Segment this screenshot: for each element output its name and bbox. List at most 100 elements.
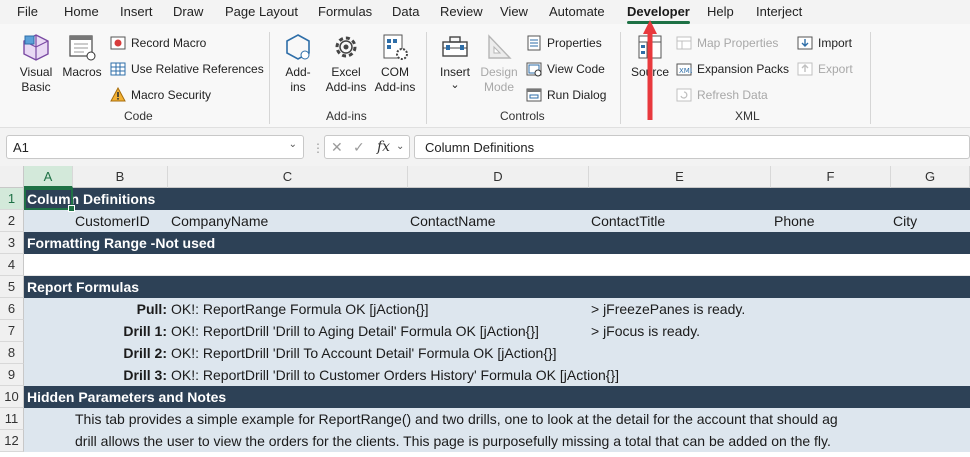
row-header-9[interactable]: 9	[0, 364, 24, 386]
ribbon: Visual Basic Macros Record Macro Use Rel…	[0, 24, 970, 128]
row-header-8[interactable]: 8	[0, 342, 24, 364]
row-header-12[interactable]: 12	[0, 430, 24, 452]
record-macro-button[interactable]: Record Macro	[110, 33, 206, 53]
export-label: Export	[818, 62, 853, 76]
row-header-3[interactable]: 3	[0, 232, 24, 254]
row-header-6[interactable]: 6	[0, 298, 24, 320]
ribbon-divider	[269, 32, 270, 124]
chevron-down-icon[interactable]: ⌄	[289, 139, 297, 150]
column-header-g[interactable]: G	[891, 166, 970, 188]
table-row[interactable]: drill allows the user to view the orders…	[24, 430, 970, 452]
macros-icon	[67, 32, 97, 62]
table-row[interactable]	[24, 254, 970, 276]
design-mode-label-2: Mode	[483, 80, 515, 94]
table-row[interactable]: CustomerID CompanyName ContactName Conta…	[24, 210, 970, 232]
row-header-10[interactable]: 10	[0, 386, 24, 408]
com-addins-button[interactable]: COM Add-ins	[372, 32, 418, 95]
import-label: Import	[818, 36, 853, 50]
design-mode-button[interactable]: Design Mode	[478, 32, 520, 95]
addins-label-1: Add-	[285, 65, 311, 79]
excel-addins-label-1: Excel	[331, 65, 361, 79]
macros-label: Macros	[62, 65, 102, 79]
visual-basic-label-2: Basic	[21, 80, 51, 94]
properties-label: Properties	[547, 36, 602, 50]
table-row[interactable]: Pull: OK!: ReportRange Formula OK [jActi…	[24, 298, 970, 320]
row-header-2[interactable]: 2	[0, 210, 24, 232]
formula-input[interactable]: Column Definitions	[414, 135, 970, 159]
tab-developer[interactable]: Developer	[627, 4, 690, 24]
column-header-a[interactable]: A	[24, 166, 73, 188]
tab-file[interactable]: File	[17, 4, 38, 19]
tab-home[interactable]: Home	[64, 4, 99, 19]
refresh-icon	[676, 87, 692, 103]
macro-security-button[interactable]: Macro Security	[110, 85, 211, 105]
visual-basic-button[interactable]: Visual Basic	[12, 32, 60, 95]
column-header-d[interactable]: D	[408, 166, 589, 188]
addins-group-label: Add-ins	[326, 109, 367, 123]
fx-icon[interactable]: fx	[377, 139, 390, 155]
map-properties-button[interactable]: Map Properties	[676, 33, 778, 53]
table-row[interactable]: Drill 3: OK!: ReportDrill 'Drill to Cust…	[24, 364, 970, 386]
insert-control-button[interactable]: Insert ⌄	[436, 32, 474, 91]
tab-insert[interactable]: Insert	[120, 4, 153, 19]
select-all-corner[interactable]	[0, 166, 24, 188]
export-button[interactable]: Export	[797, 59, 853, 79]
check-icon[interactable]: ✓	[353, 139, 365, 156]
hexagon-addin-icon	[283, 32, 313, 62]
gear-icon	[331, 32, 361, 62]
properties-icon	[526, 35, 542, 51]
row-header-7[interactable]: 7	[0, 320, 24, 342]
column-header-b[interactable]: B	[73, 166, 168, 188]
table-row[interactable]: Hidden Parameters and Notes	[24, 386, 970, 408]
import-button[interactable]: Import	[797, 33, 852, 53]
row-header-4[interactable]: 4	[0, 254, 24, 276]
cell-pull-status: OK!: ReportRange Formula OK [jAction{}]	[171, 301, 429, 317]
label-drill-1: Drill 1:	[123, 323, 167, 339]
column-header-c[interactable]: C	[168, 166, 408, 188]
tab-page-layout[interactable]: Page Layout	[225, 4, 298, 19]
view-code-label: View Code	[547, 62, 605, 76]
properties-button[interactable]: Properties	[526, 33, 602, 53]
row-header-5[interactable]: 5	[0, 276, 24, 298]
tab-draw[interactable]: Draw	[173, 4, 203, 19]
cell-notes-line-2: drill allows the user to view the orders…	[75, 433, 831, 449]
view-code-button[interactable]: View Code	[526, 59, 605, 79]
table-row[interactable]: Report Formulas	[24, 276, 970, 298]
table-row[interactable]: Drill 1: OK!: ReportDrill 'Drill to Agin…	[24, 320, 970, 342]
tab-view[interactable]: View	[500, 4, 528, 19]
record-macro-label: Record Macro	[131, 36, 207, 50]
run-dialog-label: Run Dialog	[547, 88, 607, 102]
refresh-data-button[interactable]: Refresh Data	[676, 85, 768, 105]
ribbon-divider	[870, 32, 871, 124]
controls-group-label: Controls	[500, 109, 545, 123]
excel-addins-button[interactable]: Excel Add-ins	[322, 32, 370, 95]
tab-formulas[interactable]: Formulas	[318, 4, 372, 19]
column-header-e[interactable]: E	[589, 166, 771, 188]
table-row[interactable]: This tab provides a simple example for R…	[24, 408, 970, 430]
tab-automate[interactable]: Automate	[549, 4, 605, 19]
expansion-packs-button[interactable]: XML Expansion Packs	[676, 59, 789, 79]
table-row[interactable]: Drill 2: OK!: ReportDrill 'Drill To Acco…	[24, 342, 970, 364]
row-header-11[interactable]: 11	[0, 408, 24, 430]
table-row[interactable]: Column Definitions	[24, 188, 970, 210]
use-relative-references-button[interactable]: Use Relative References	[110, 59, 264, 79]
name-box[interactable]: A1 ⌄	[6, 135, 304, 159]
table-row[interactable]: Formatting Range -Not used	[24, 232, 970, 254]
chevron-down-icon[interactable]: ⌄	[396, 141, 404, 152]
addins-button[interactable]: Add- ins	[280, 32, 316, 95]
cell-companyname: CompanyName	[171, 213, 269, 229]
run-dialog-button[interactable]: Run Dialog	[526, 85, 606, 105]
tab-review[interactable]: Review	[440, 4, 483, 19]
column-header-f[interactable]: F	[771, 166, 891, 188]
com-addin-icon	[380, 32, 410, 62]
cancel-icon[interactable]: ✕	[331, 139, 343, 156]
code-group-label: Code	[124, 109, 153, 123]
tab-interject[interactable]: Interject	[756, 4, 802, 19]
com-addins-label-1: COM	[381, 65, 409, 79]
row-header-1[interactable]: 1	[0, 188, 24, 210]
tab-data[interactable]: Data	[392, 4, 419, 19]
com-addins-label-2: Add-ins	[374, 80, 416, 94]
svg-text:XML: XML	[679, 67, 692, 75]
macros-button[interactable]: Macros	[60, 32, 104, 80]
tab-help[interactable]: Help	[707, 4, 734, 19]
